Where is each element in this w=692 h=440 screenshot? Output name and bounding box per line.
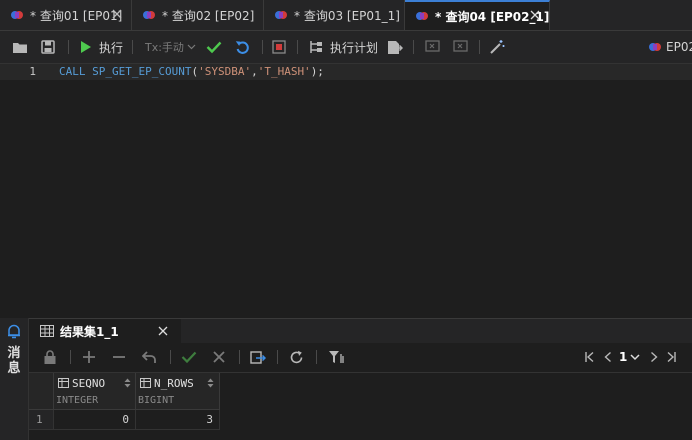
messages-label[interactable]: 消息	[6, 346, 22, 376]
execute-label: 执行	[99, 40, 124, 55]
tab-label: * 查询01 [EP01]	[30, 8, 123, 23]
next-page-icon[interactable]	[649, 351, 659, 363]
result-tab-bar: 结果集1_1	[29, 318, 692, 344]
save-icon[interactable]	[41, 38, 55, 56]
table-cell-seqno[interactable]: 0	[54, 410, 136, 430]
execute-button[interactable]: 执行	[80, 38, 123, 56]
x-icon[interactable]	[212, 350, 226, 364]
paren-close: );	[310, 65, 324, 78]
line-number: 1	[29, 65, 36, 78]
result-toolbar: 1	[29, 343, 692, 373]
column-header-seqno[interactable]: SEQNO INTEGER	[54, 373, 136, 410]
column-type: INTEGER	[56, 395, 99, 406]
sql-editor[interactable]: 1 CALL SP_GET_EP_COUNT('SYSDBA','T_HASH'…	[0, 64, 692, 317]
database-icon	[142, 10, 156, 20]
column-type-icon	[140, 378, 151, 388]
plan-icon	[310, 41, 322, 53]
play-icon	[81, 41, 91, 53]
sort-icon[interactable]	[124, 378, 131, 388]
close-icon[interactable]	[158, 326, 168, 336]
check-icon	[206, 41, 222, 54]
tx-mode-label: Tx:手动	[145, 41, 184, 54]
code-line[interactable]: CALL SP_GET_EP_COUNT('SYSDBA','T_HASH');	[59, 65, 324, 78]
column-type-icon	[58, 378, 69, 388]
comma: ,	[251, 65, 258, 78]
stop-icon	[272, 40, 286, 54]
sort-icon[interactable]	[207, 378, 214, 388]
table-cell-n-rows[interactable]: 3	[136, 410, 220, 430]
connection-indicator[interactable]: EP02	[648, 38, 692, 56]
plus-icon[interactable]	[82, 350, 96, 364]
query-tab-bar: * 查询01 [EP01] * 查询02 [EP02] * 查询03 [EP01…	[0, 0, 692, 31]
tab-query04[interactable]: * 查询04 [EP02_1]	[405, 0, 550, 30]
string-arg-2: 'T_HASH'	[257, 65, 311, 78]
last-page-icon[interactable]	[665, 351, 677, 363]
magic-wand-icon[interactable]	[489, 38, 505, 56]
editor-toolbar: 执行 Tx:手动 执行计划 EP02	[0, 31, 692, 64]
commit-button[interactable]	[206, 38, 222, 56]
prev-page-icon[interactable]	[603, 351, 613, 363]
close-icon[interactable]	[529, 9, 541, 21]
column-header-n-rows[interactable]: N_ROWS BIGINT	[136, 373, 220, 410]
execution-plan-button[interactable]: 执行计划	[308, 38, 378, 56]
tab-query01[interactable]: * 查询01 [EP01]	[0, 0, 132, 30]
check-icon[interactable]	[181, 350, 197, 364]
lock-icon[interactable]	[43, 350, 57, 365]
bell-icon[interactable]	[7, 324, 21, 339]
reply-icon[interactable]	[142, 350, 157, 364]
export-icon	[388, 40, 403, 54]
close-icon[interactable]	[111, 8, 123, 20]
tx-mode-dropdown[interactable]: Tx:手动	[145, 38, 196, 56]
column-type: BIGINT	[138, 395, 175, 406]
uncomment-button[interactable]	[453, 38, 468, 56]
minus-icon[interactable]	[112, 350, 126, 364]
tab-query03[interactable]: * 查询03 [EP01_1]	[264, 0, 405, 30]
table-icon	[40, 325, 54, 337]
tab-label: * 查询02 [EP02]	[162, 8, 255, 23]
undo-icon	[235, 40, 249, 54]
tab-query02[interactable]: * 查询02 [EP02]	[132, 0, 264, 30]
connection-label: EP02	[666, 40, 692, 54]
stop-button[interactable]	[272, 38, 286, 56]
chevron-down-icon	[630, 353, 640, 360]
export-button[interactable]	[387, 38, 403, 56]
database-icon	[649, 43, 661, 51]
database-icon	[10, 10, 24, 20]
filter-icon[interactable]	[328, 350, 344, 364]
side-panel-strip: 消息	[0, 318, 29, 440]
tab-label: * 查询03 [EP01_1]	[294, 8, 400, 23]
database-icon	[274, 10, 288, 20]
column-name: N_ROWS	[154, 377, 194, 390]
refresh-icon[interactable]	[289, 350, 304, 365]
result-grid: SEQNO INTEGER N_ROWS BIGINT 1 0 3	[29, 373, 692, 440]
execution-plan-label: 执行计划	[330, 40, 379, 55]
chevron-down-icon	[187, 44, 196, 50]
procedure-name: SP_GET_EP_COUNT	[92, 65, 192, 78]
format-sql-button[interactable]	[425, 38, 440, 56]
uncomment-icon	[453, 40, 468, 52]
string-arg-1: 'SYSDBA'	[198, 65, 252, 78]
page-number: 1	[619, 350, 628, 364]
first-page-icon[interactable]	[584, 351, 596, 363]
rollback-button[interactable]	[235, 38, 250, 56]
folder-icon[interactable]	[12, 38, 28, 56]
row-number[interactable]: 1	[29, 410, 54, 430]
database-icon	[415, 11, 429, 21]
result-tab-label: 结果集1_1	[60, 324, 119, 339]
comment-icon	[425, 40, 440, 52]
row-number-header	[29, 373, 54, 410]
column-name: SEQNO	[72, 377, 106, 390]
tab-result-set[interactable]: 结果集1_1	[29, 319, 181, 343]
keyword-call: CALL	[59, 65, 86, 78]
page-selector[interactable]: 1	[619, 350, 640, 364]
export-result-icon[interactable]	[250, 350, 266, 365]
